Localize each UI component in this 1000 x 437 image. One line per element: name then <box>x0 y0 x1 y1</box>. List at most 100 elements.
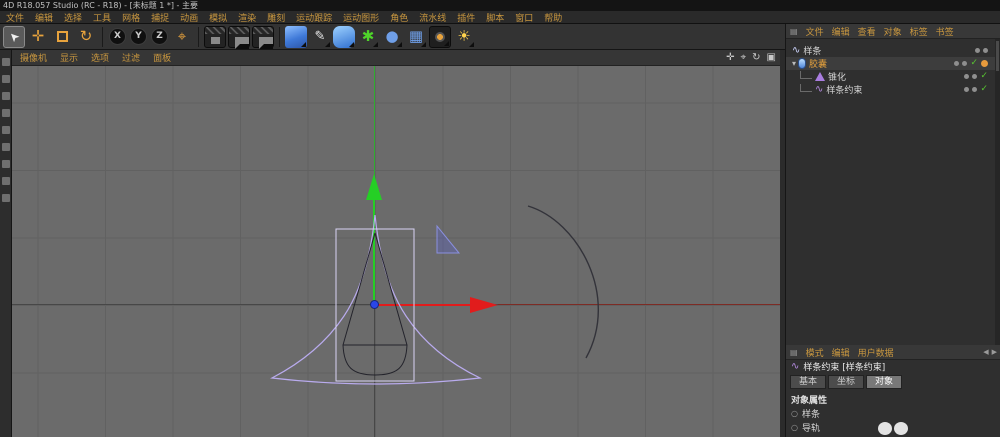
pen-spline-button[interactable]: ✎ <box>309 26 331 48</box>
viewport-canvas[interactable] <box>12 66 780 437</box>
points-mode-icon[interactable] <box>1 126 10 134</box>
menu-item[interactable]: 运动跟踪 <box>296 11 332 24</box>
viewport-menu-item[interactable]: 过滤 <box>122 51 140 64</box>
menu-item[interactable]: 渲染 <box>238 11 256 24</box>
menu-item[interactable]: 捕捉 <box>151 11 169 24</box>
expand-arrow-icon[interactable]: ▾ <box>792 59 796 68</box>
x-axis-handle-line[interactable] <box>375 304 470 306</box>
object-manager-menu-item[interactable]: 标签 <box>910 25 928 38</box>
render-settings-button[interactable] <box>252 25 274 49</box>
lock-x-button[interactable]: X <box>109 28 126 45</box>
menu-item[interactable]: 文件 <box>6 11 24 24</box>
camera-button[interactable] <box>429 25 451 48</box>
object-row-taper[interactable]: 锥化 ✓ <box>786 70 996 83</box>
menu-item[interactable]: 模拟 <box>209 11 227 24</box>
viewport-menu-item[interactable]: 摄像机 <box>20 51 47 64</box>
menu-item[interactable]: 雕刻 <box>267 11 285 24</box>
attribute-manager-menu-item[interactable]: 用户数据 <box>858 346 894 359</box>
rotate-view-icon[interactable]: ↻ <box>752 53 760 63</box>
generator-button[interactable]: ✱ <box>357 26 379 48</box>
render-picture-viewer-button[interactable] <box>228 25 250 49</box>
make-editable-icon[interactable] <box>1 58 10 66</box>
editor-visibility-dot[interactable] <box>964 74 970 79</box>
viewport-menu-item[interactable]: 显示 <box>60 51 78 64</box>
object-manager-scrollbar[interactable] <box>995 39 1000 345</box>
attribute-manager-menu-item[interactable]: 模式 <box>806 346 824 359</box>
workplane-mode-icon[interactable] <box>1 109 10 117</box>
pan-view-icon[interactable]: ✛ <box>726 53 734 63</box>
texture-mode-icon[interactable] <box>1 92 10 100</box>
edges-mode-icon[interactable] <box>1 143 10 151</box>
render-visibility-dot[interactable] <box>972 74 978 79</box>
object-manager-menu-item[interactable]: 书签 <box>936 25 954 38</box>
object-origin-dot[interactable] <box>370 300 379 309</box>
render-view-button[interactable] <box>204 25 226 48</box>
toggle-view-icon[interactable]: ▣ <box>767 53 776 63</box>
menu-item[interactable]: 编辑 <box>35 11 53 24</box>
object-manager-menu-item[interactable]: 查看 <box>858 25 876 38</box>
property-row-spline[interactable]: ○ 样条 <box>791 407 820 420</box>
lock-z-button[interactable]: Z <box>151 28 168 45</box>
object-row-capsule[interactable]: ▾ 胶囊 ✓ <box>786 57 996 70</box>
editor-visibility-dot[interactable] <box>975 48 980 53</box>
scale-tool[interactable] <box>51 26 73 48</box>
enable-check-icon[interactable]: ✓ <box>980 85 988 94</box>
environment-button[interactable]: ▦ <box>405 26 427 48</box>
render-visibility-dot[interactable] <box>983 48 988 53</box>
zoom-view-icon[interactable]: ⌖ <box>741 53 747 63</box>
scrollbar-thumb[interactable] <box>996 41 999 71</box>
keyframe-bullet-icon[interactable]: ○ <box>791 423 798 432</box>
editor-visibility-dot[interactable] <box>954 61 960 66</box>
panel-menu-icon[interactable]: ▤ <box>790 27 798 36</box>
deformer-button[interactable]: ● <box>381 26 403 48</box>
enable-check-icon[interactable]: ✓ <box>980 72 988 81</box>
object-manager-menu-item[interactable]: 编辑 <box>832 25 850 38</box>
attribute-manager-menu-item[interactable]: 编辑 <box>832 346 850 359</box>
add-cube-button[interactable] <box>285 25 307 48</box>
viewport-menu-item[interactable]: 选项 <box>91 51 109 64</box>
editor-visibility-dot[interactable] <box>964 87 970 92</box>
render-visibility-dot[interactable] <box>962 61 968 66</box>
rotate-tool[interactable]: ↻ <box>75 26 97 48</box>
subdivision-surface-button[interactable] <box>333 25 355 48</box>
lock-y-button[interactable]: Y <box>130 28 147 45</box>
menu-item[interactable]: 角色 <box>390 11 408 24</box>
y-axis-handle-line[interactable] <box>373 200 375 305</box>
viewport-menu-item[interactable]: 面板 <box>153 51 171 64</box>
menu-item[interactable]: 运动图形 <box>343 11 379 24</box>
object-manager-menu-item[interactable]: 文件 <box>806 25 824 38</box>
phong-tag-icon[interactable] <box>981 60 988 67</box>
menu-item[interactable]: 网格 <box>122 11 140 24</box>
attribute-tab[interactable]: 对象 <box>866 375 903 389</box>
enable-check-icon[interactable]: ✓ <box>970 59 978 68</box>
live-selection-tool[interactable]: ➤ <box>3 25 25 48</box>
keyframe-bullet-icon[interactable]: ○ <box>791 409 798 418</box>
model-mode-icon[interactable] <box>1 75 10 83</box>
attribute-tab[interactable]: 基本 <box>790 375 827 389</box>
menu-item[interactable]: 选择 <box>64 11 82 24</box>
menu-item[interactable]: 帮助 <box>544 11 562 24</box>
menu-item[interactable]: 动画 <box>180 11 198 24</box>
menu-item[interactable]: 脚本 <box>486 11 504 24</box>
viewport-solo-icon[interactable] <box>1 194 10 202</box>
y-axis-arrowhead[interactable] <box>366 174 382 200</box>
menu-item[interactable]: 工具 <box>93 11 111 24</box>
panel-menu-icon[interactable]: ▤ <box>790 348 798 357</box>
menu-item[interactable]: 插件 <box>457 11 475 24</box>
menu-item[interactable]: 窗口 <box>515 11 533 24</box>
object-manager-menu-item[interactable]: 对象 <box>884 25 902 38</box>
coordinate-system-button[interactable]: ⌖ <box>171 26 193 48</box>
object-row-spline[interactable]: ∿ 样条 <box>786 44 996 57</box>
render-visibility-dot[interactable] <box>972 87 978 92</box>
menu-item[interactable]: 流水线 <box>419 11 446 24</box>
light-button[interactable]: ☀ <box>453 26 475 48</box>
property-row-rail[interactable]: ○ 导轨 <box>791 421 820 434</box>
polygons-mode-icon[interactable] <box>1 160 10 168</box>
attribute-tab[interactable]: 坐标 <box>828 375 865 389</box>
x-axis-arrowhead[interactable] <box>470 297 498 313</box>
history-forward-icon[interactable]: ▶ <box>992 348 997 356</box>
move-tool[interactable]: ✛ <box>27 26 49 48</box>
enable-axis-icon[interactable] <box>1 177 10 185</box>
history-back-icon[interactable]: ◀ <box>983 348 988 356</box>
object-row-spline-wrap[interactable]: ∿ 样条约束 ✓ <box>786 83 996 96</box>
